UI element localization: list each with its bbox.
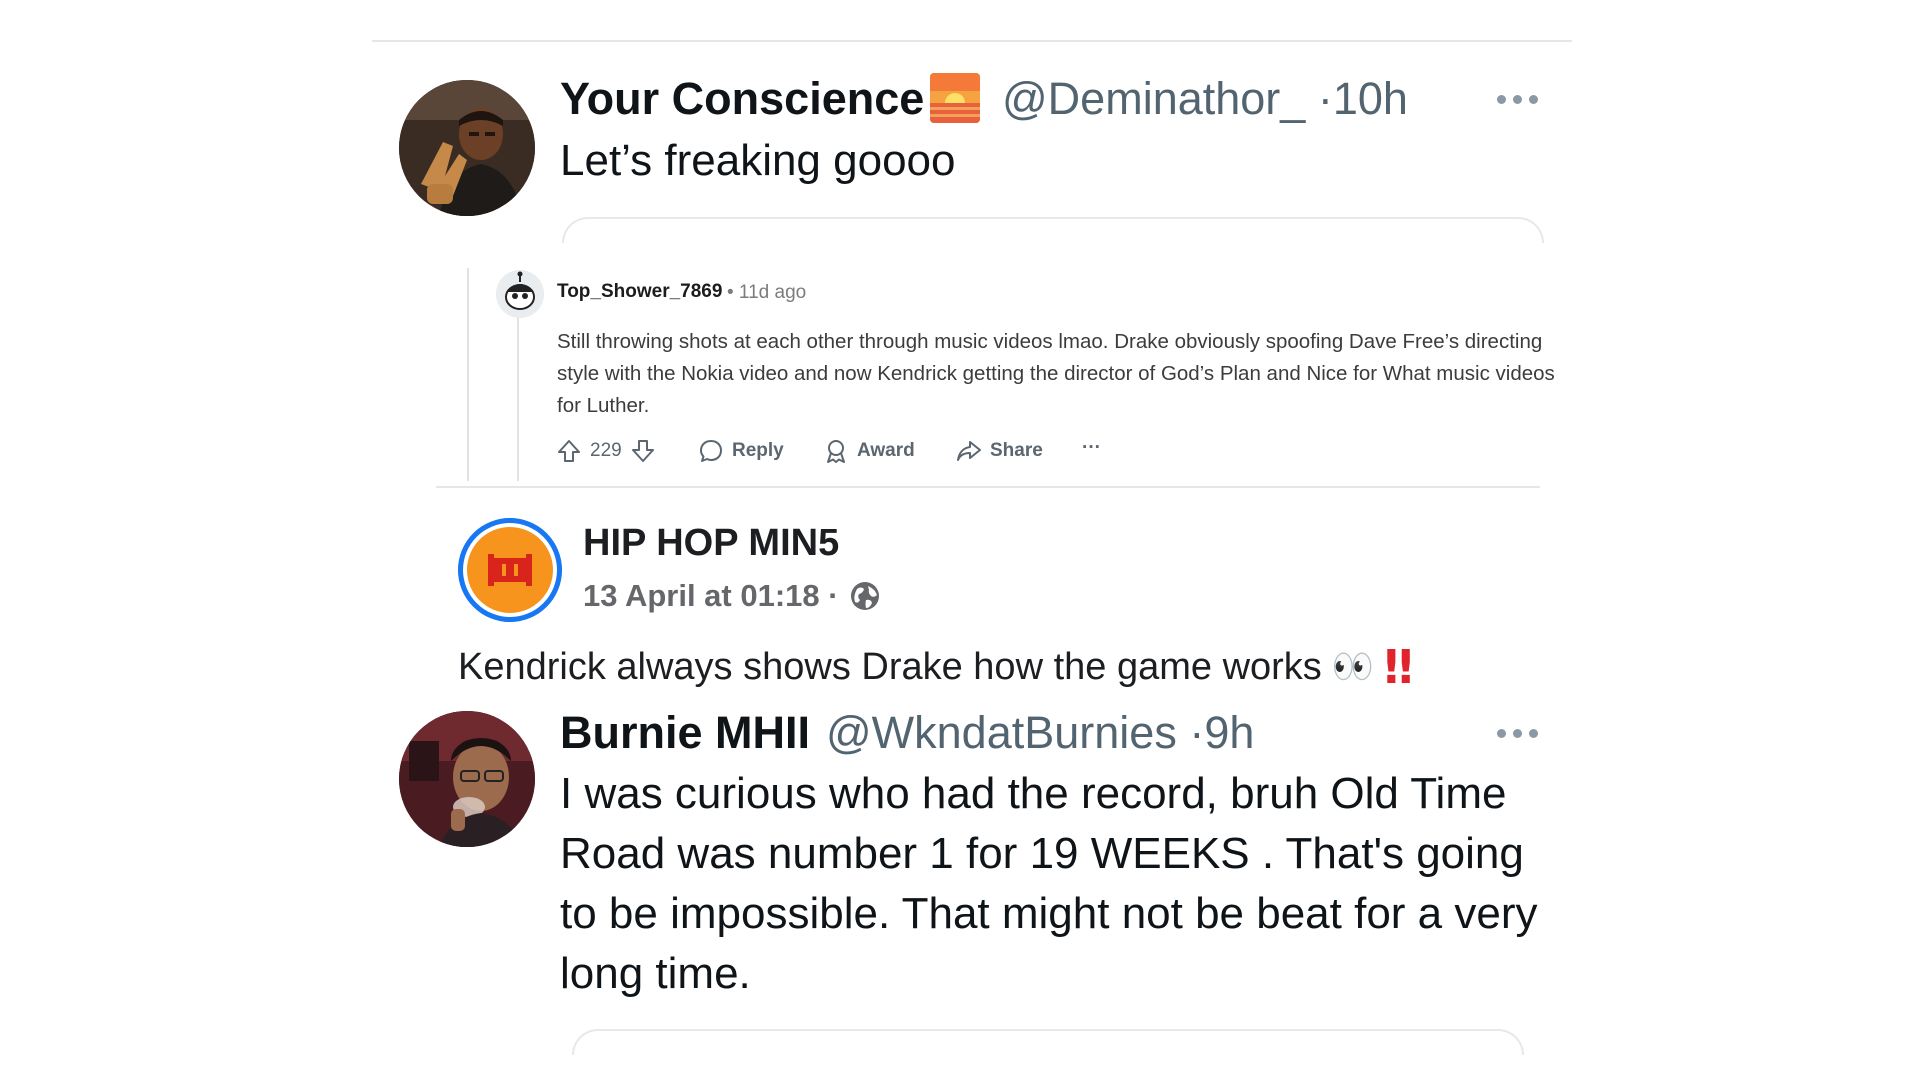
fb-page-avatar[interactable]: [458, 518, 562, 622]
reddit-username[interactable]: Top_Shower_7869: [557, 281, 722, 303]
reddit-avatar[interactable]: [496, 270, 544, 318]
fb-post-date[interactable]: 13 April at 01:18 ·: [583, 578, 881, 614]
eyes-emoji-icon: 👀: [1331, 647, 1375, 687]
tweet2-separator: ·: [1189, 707, 1205, 758]
reddit-comment-body: Still throwing shots at each other throu…: [557, 330, 1555, 417]
tweet1-display-name[interactable]: Your Conscience: [560, 72, 924, 126]
reddit-bottom-divider: [436, 486, 1540, 488]
tweet1-more-options-icon[interactable]: [1497, 95, 1538, 104]
reddit-more-button[interactable]: ···: [1082, 437, 1101, 459]
award-icon: [827, 440, 845, 463]
reddit-reply-button[interactable]: Reply: [698, 438, 784, 464]
double-exclamation-emoji-icon: ‼: [1384, 640, 1413, 694]
upvote-icon[interactable]: [556, 438, 582, 464]
reddit-inner-thread-line: [517, 305, 519, 481]
reddit-outer-thread-line: [467, 268, 469, 481]
reddit-award-button[interactable]: Award: [823, 438, 915, 464]
tweet2-time[interactable]: 9h: [1204, 707, 1254, 758]
tweet1-quote-card-edge: [562, 217, 1544, 243]
globe-public-icon: [850, 582, 879, 610]
tweet1-separator: ·: [1317, 73, 1333, 124]
tweet1-handle[interactable]: @Deminathor_ ·10h: [1002, 72, 1408, 126]
tweet2-more-options-icon[interactable]: [1497, 729, 1538, 738]
comment-bubble-icon: [700, 440, 722, 462]
reddit-share-button[interactable]: Share: [956, 438, 1043, 464]
tweet1-handle-text[interactable]: @Deminathor_: [1002, 73, 1305, 124]
downvote-icon[interactable]: [630, 438, 656, 464]
reddit-vote-count: 229: [590, 440, 622, 461]
tweet2-handle-text[interactable]: @WkndatBurnies: [826, 707, 1177, 758]
hiphop-min5-logo-icon: [458, 518, 562, 622]
fb-page-name[interactable]: HIP HOP MIN5: [583, 522, 839, 565]
top-divider: [372, 40, 1572, 42]
tweet2-avatar[interactable]: [399, 711, 535, 847]
reddit-share-label: Share: [990, 440, 1043, 461]
tweet2-handle[interactable]: @WkndatBurnies ·9h: [826, 706, 1254, 760]
tweet1-avatar[interactable]: [399, 80, 535, 216]
reddit-vote-group: 229: [556, 438, 656, 464]
fb-post-text-line: Kendrick always shows Drake how the game…: [458, 640, 1413, 694]
fb-post-date-text[interactable]: 13 April at 01:18 ·: [583, 578, 839, 614]
tweet2-text: I was curious who had the record, bruh O…: [560, 769, 1538, 998]
profile-photo-image: [399, 711, 535, 847]
tweet2-display-name[interactable]: Burnie MHII: [560, 706, 810, 760]
reddit-award-label: Award: [857, 440, 915, 461]
reddit-timestamp: • 11d ago: [727, 282, 807, 303]
reddit-reply-label: Reply: [732, 440, 784, 461]
fb-post-text: Kendrick always shows Drake how the game…: [458, 645, 1322, 688]
tweet1-text: Let’s freaking goooo: [560, 136, 956, 185]
sunrise-emoji-icon: [930, 73, 980, 123]
cartoon-avatar-image: [399, 80, 535, 216]
tweet1-time[interactable]: 10h: [1333, 73, 1408, 124]
tweet2-quote-card-edge: [572, 1029, 1524, 1055]
share-arrow-icon: [957, 441, 981, 461]
snoo-avatar-icon: [496, 270, 544, 318]
